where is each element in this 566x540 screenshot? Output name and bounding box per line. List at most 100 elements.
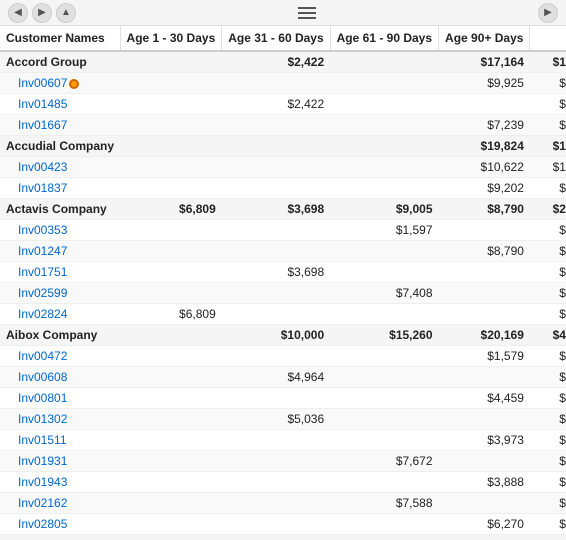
detail-age61-90 xyxy=(330,241,438,262)
table-row[interactable]: Inv02824 $6,809 $6,809 xyxy=(0,304,566,325)
table-row[interactable]: Inv00607 $9,925 $9,925 xyxy=(0,73,566,94)
group-name[interactable]: Actavis Company xyxy=(0,199,120,220)
group-age31-60 xyxy=(222,136,330,157)
table-row[interactable]: Inv01943 $3,888 $3,888 xyxy=(0,472,566,493)
invoice-name[interactable]: Inv01247 xyxy=(0,241,120,262)
cursor-indicator xyxy=(69,79,79,89)
top-bar: ◀ ▶ ▲ ▶ xyxy=(0,0,566,26)
detail-age61-90 xyxy=(330,73,438,94)
detail-age61-90 xyxy=(330,178,438,199)
detail-age1-30 xyxy=(120,472,222,493)
invoice-name[interactable]: Inv00607 xyxy=(0,73,120,94)
group-age31-60 xyxy=(222,535,330,540)
detail-age1-30 xyxy=(120,514,222,535)
aging-report-table: Customer Names Age 1 - 30 Days Age 31 - … xyxy=(0,26,566,540)
detail-age61-90 xyxy=(330,115,438,136)
detail-age90plus: $7,239 xyxy=(439,115,530,136)
invoice-name[interactable]: Inv02599 xyxy=(0,283,120,304)
invoice-name[interactable]: Inv01943 xyxy=(0,472,120,493)
group-age31-60: $3,698 xyxy=(222,199,330,220)
detail-age31-60 xyxy=(222,430,330,451)
table-row[interactable]: Inv02599 $7,408 $7,408 xyxy=(0,283,566,304)
detail-age61-90: $7,588 xyxy=(330,493,438,514)
table-row[interactable]: Inv02162 $7,588 $7,588 xyxy=(0,493,566,514)
invoice-name[interactable]: Inv02824 xyxy=(0,304,120,325)
invoice-name[interactable]: Inv00801 xyxy=(0,388,120,409)
hamburger-menu[interactable] xyxy=(298,7,316,19)
invoice-name[interactable]: Inv01511 xyxy=(0,430,120,451)
detail-age1-30 xyxy=(120,241,222,262)
group-age90plus: $30,296 xyxy=(439,535,530,540)
group-age1-30: $6,809 xyxy=(120,199,222,220)
group-row: Accudial Company $19,824 $19,824 xyxy=(0,136,566,157)
scroll-right-button[interactable]: ▶ xyxy=(538,3,558,23)
col-header-age90plus: Age 90+ Days xyxy=(439,26,530,51)
detail-age61-90 xyxy=(330,409,438,430)
invoice-name[interactable]: Inv00608 xyxy=(0,367,120,388)
detail-total: $5,036 xyxy=(530,409,566,430)
table-row[interactable]: Inv02805 $6,270 $6,270 xyxy=(0,514,566,535)
detail-age31-60 xyxy=(222,73,330,94)
table-row[interactable]: Inv01751 $3,698 $3,698 xyxy=(0,262,566,283)
detail-age90plus: $3,973 xyxy=(439,430,530,451)
group-name[interactable]: Accord Group xyxy=(0,51,120,73)
group-age31-60: $10,000 xyxy=(222,325,330,346)
detail-total: $7,672 xyxy=(530,451,566,472)
table-row[interactable]: Inv01667 $7,239 $7,239 xyxy=(0,115,566,136)
group-age31-60: $2,422 xyxy=(222,51,330,73)
invoice-name[interactable]: Inv00472 xyxy=(0,346,120,367)
nav-forward-button[interactable]: ▶ xyxy=(32,3,52,23)
detail-age1-30 xyxy=(120,220,222,241)
invoice-name[interactable]: Inv00353 xyxy=(0,220,120,241)
col-header-age31-60: Age 31 - 60 Days xyxy=(222,26,330,51)
invoice-name[interactable]: Inv02162 xyxy=(0,493,120,514)
col-header-name: Customer Names xyxy=(0,26,120,51)
detail-age31-60 xyxy=(222,346,330,367)
detail-age90plus: $3,888 xyxy=(439,472,530,493)
table-row[interactable]: Inv00423 $10,622 $10,622 xyxy=(0,157,566,178)
nav-back-button[interactable]: ◀ xyxy=(8,3,28,23)
detail-age1-30 xyxy=(120,178,222,199)
group-name[interactable]: Aibox Company xyxy=(0,325,120,346)
table-row[interactable]: Inv01247 $8,790 $8,790 xyxy=(0,241,566,262)
table-row[interactable]: Inv00353 $1,597 $1,597 xyxy=(0,220,566,241)
group-name[interactable]: Aimbo Corp xyxy=(0,535,120,540)
table-row[interactable]: Inv01302 $5,036 $5,036 xyxy=(0,409,566,430)
detail-age90plus xyxy=(439,262,530,283)
detail-total: $4,964 xyxy=(530,367,566,388)
table-header-row: Customer Names Age 1 - 30 Days Age 31 - … xyxy=(0,26,566,51)
group-age90plus: $17,164 xyxy=(439,51,530,73)
detail-age90plus: $4,459 xyxy=(439,388,530,409)
invoice-name[interactable]: Inv02805 xyxy=(0,514,120,535)
invoice-name[interactable]: Inv01302 xyxy=(0,409,120,430)
table-row[interactable]: Inv00472 $1,579 $1,579 xyxy=(0,346,566,367)
detail-age61-90 xyxy=(330,367,438,388)
detail-age61-90 xyxy=(330,262,438,283)
detail-age61-90 xyxy=(330,514,438,535)
group-age61-90 xyxy=(330,136,438,157)
detail-age31-60 xyxy=(222,157,330,178)
table-row[interactable]: Inv01837 $9,202 $9,202 xyxy=(0,178,566,199)
detail-age90plus: $9,202 xyxy=(439,178,530,199)
table-row[interactable]: Inv01511 $3,973 $3,973 xyxy=(0,430,566,451)
table-row[interactable]: Inv01485 $2,422 $2,422 xyxy=(0,94,566,115)
invoice-name[interactable]: Inv01837 xyxy=(0,178,120,199)
detail-age61-90 xyxy=(330,94,438,115)
invoice-name[interactable]: Inv00423 xyxy=(0,157,120,178)
invoice-name[interactable]: Inv01751 xyxy=(0,262,120,283)
nav-up-button[interactable]: ▲ xyxy=(56,3,76,23)
group-age1-30 xyxy=(120,325,222,346)
detail-total: $6,809 xyxy=(530,304,566,325)
group-age1-30 xyxy=(120,136,222,157)
invoice-name[interactable]: Inv01485 xyxy=(0,94,120,115)
invoice-name[interactable]: Inv01667 xyxy=(0,115,120,136)
invoice-name[interactable]: Inv01931 xyxy=(0,451,120,472)
detail-age90plus xyxy=(439,304,530,325)
group-age90plus: $8,790 xyxy=(439,199,530,220)
table-row[interactable]: Inv01931 $7,672 $7,672 xyxy=(0,451,566,472)
group-name[interactable]: Accudial Company xyxy=(0,136,120,157)
table-row[interactable]: Inv00801 $4,459 $4,459 xyxy=(0,388,566,409)
detail-age31-60 xyxy=(222,388,330,409)
detail-age1-30 xyxy=(120,388,222,409)
table-row[interactable]: Inv00608 $4,964 $4,964 xyxy=(0,367,566,388)
